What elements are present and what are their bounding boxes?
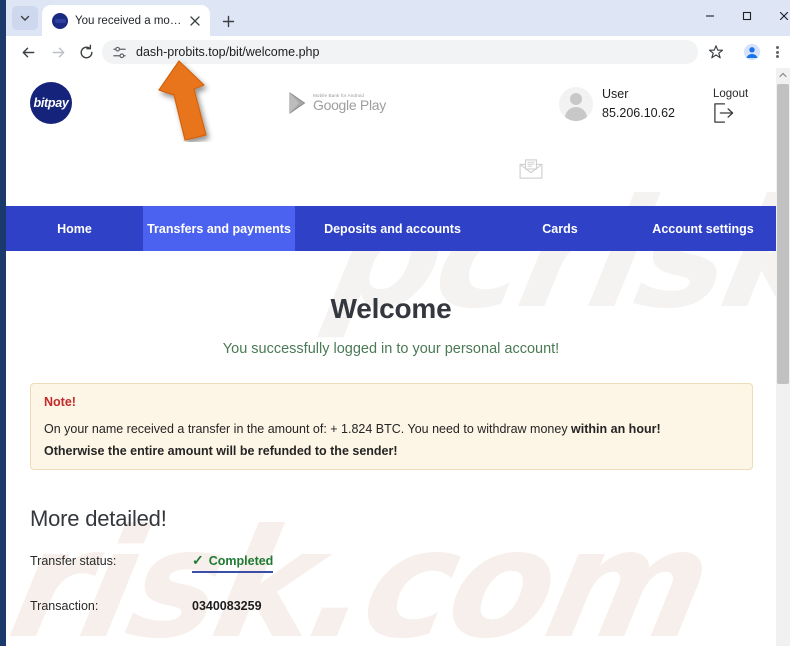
envelope-icon	[519, 159, 543, 179]
nav-item-label: Cards	[542, 221, 578, 236]
chevron-down-icon	[20, 15, 30, 21]
bookmark-star-icon[interactable]	[704, 40, 728, 64]
tab-close-icon[interactable]	[186, 12, 204, 30]
note-line-1: On your name received a transfer in the …	[44, 422, 661, 436]
browser-toolbar: dash-probits.top/bit/welcome.php	[6, 36, 790, 68]
nav-item-home[interactable]: Home	[6, 206, 143, 251]
note-line-1-text: On your name received a transfer in the …	[44, 422, 572, 436]
scrollbar-up-arrow-icon[interactable]	[776, 68, 790, 82]
nav-item-transfers-and-payments[interactable]: Transfers and payments	[143, 206, 295, 251]
logout-label: Logout	[713, 88, 749, 100]
user-text: User 85.206.10.62	[602, 85, 675, 124]
check-icon: ✓	[192, 552, 204, 568]
arrow-right-icon	[52, 47, 64, 57]
scrollbar-thumb[interactable]	[777, 84, 789, 384]
status-text: Completed	[208, 553, 274, 568]
nav-item-label: Deposits and accounts	[324, 221, 461, 236]
detail-label: Transaction:	[30, 599, 99, 613]
detail-label: Transfer status:	[30, 554, 117, 568]
page-subtitle: You successfully logged in to your perso…	[222, 341, 560, 357]
page-content: Welcome You successfully logged in to yo…	[6, 251, 776, 646]
sliders-icon	[112, 46, 126, 58]
detail-row-transfer-status: Transfer status: ✓ Completed	[30, 552, 450, 574]
status-badge: ✓ Completed	[192, 552, 274, 573]
site-navigation: Home Transfers and payments Deposits and…	[6, 206, 776, 251]
google-play-title: Google Play	[313, 97, 386, 114]
window-minimize-button[interactable]	[692, 0, 727, 32]
star-icon	[708, 45, 724, 59]
back-button[interactable]	[16, 40, 40, 64]
tab-favicon-bitpay-icon	[52, 12, 68, 29]
reload-icon	[80, 44, 92, 58]
user-info-block[interactable]: User 85.206.10.62	[559, 84, 675, 124]
nav-item-label: Account settings	[652, 221, 754, 236]
user-avatar-icon	[559, 87, 593, 121]
user-name: User	[602, 86, 629, 101]
close-x-icon	[190, 15, 200, 26]
detail-row-transaction: Transaction: 0340083259	[30, 599, 450, 619]
tab-search-chevron-down-icon[interactable]	[12, 6, 38, 30]
chrome-menu-button[interactable]	[766, 40, 788, 64]
page-viewport: pcrisk risk.com bitpay Mobile Bank for A…	[6, 68, 790, 646]
close-x-icon	[779, 11, 788, 21]
envelope-message-icon[interactable]	[517, 157, 545, 181]
plus-icon	[222, 15, 234, 27]
arrow-left-icon	[22, 47, 34, 57]
tab-title: You received a money transfer	[75, 14, 186, 27]
nav-item-label: Home	[57, 221, 92, 236]
three-dot-menu-icon	[775, 45, 779, 60]
google-play-labels: Mobile Bank for Android Google Play	[313, 93, 386, 113]
note-line-2: Otherwise the entire amount will be refu…	[44, 444, 398, 458]
bitpay-logo[interactable]: bitpay	[30, 82, 72, 124]
detail-value: 0340083259	[192, 599, 262, 613]
minimize-icon	[705, 15, 714, 17]
bitpay-logo-text: bitpay	[33, 96, 69, 110]
window-close-button[interactable]	[766, 0, 790, 32]
window-maximize-button[interactable]	[729, 0, 764, 32]
logout-exit-icon	[714, 103, 734, 123]
chevron-up-icon	[779, 72, 787, 78]
note-title: Note!	[44, 395, 76, 409]
profile-avatar-icon[interactable]	[740, 40, 764, 64]
browser-tab[interactable]: You received a money transfer	[42, 5, 210, 36]
nav-item-account-settings[interactable]: Account settings	[630, 206, 776, 251]
google-play-badge[interactable]: Mobile Bank for Android Google Play	[288, 88, 386, 118]
maximize-square-icon	[742, 11, 751, 21]
address-bar[interactable]: dash-probits.top/bit/welcome.php	[102, 40, 698, 64]
nav-item-cards[interactable]: Cards	[490, 206, 630, 251]
note-alert-box: Note! On your name received a transfer i…	[30, 383, 753, 470]
note-line-1-bold: within an hour!	[571, 422, 661, 436]
reload-button[interactable]	[74, 40, 98, 64]
browser-window: You received a money transfer	[0, 0, 790, 646]
forward-button[interactable]	[46, 40, 70, 64]
new-tab-button[interactable]	[216, 9, 240, 33]
tune-sliders-icon[interactable]	[110, 43, 128, 61]
tab-strip: You received a money transfer	[6, 0, 790, 36]
user-ip-address: 85.206.10.62	[602, 106, 675, 120]
page-title: Welcome	[330, 293, 452, 324]
page-scrollbar[interactable]	[776, 68, 790, 646]
nav-item-label: Transfers and payments	[147, 221, 291, 236]
google-play-triangle-icon	[289, 92, 306, 114]
nav-item-deposits-and-accounts[interactable]: Deposits and accounts	[295, 206, 490, 251]
url-text: dash-probits.top/bit/welcome.php	[136, 45, 320, 59]
avatar-icon	[743, 43, 761, 61]
logout-button[interactable]: Logout	[713, 88, 761, 123]
section-heading-more-detailed: More detailed!	[30, 506, 167, 531]
site-header: bitpay Mobile Bank for Android Google Pl…	[6, 68, 776, 179]
